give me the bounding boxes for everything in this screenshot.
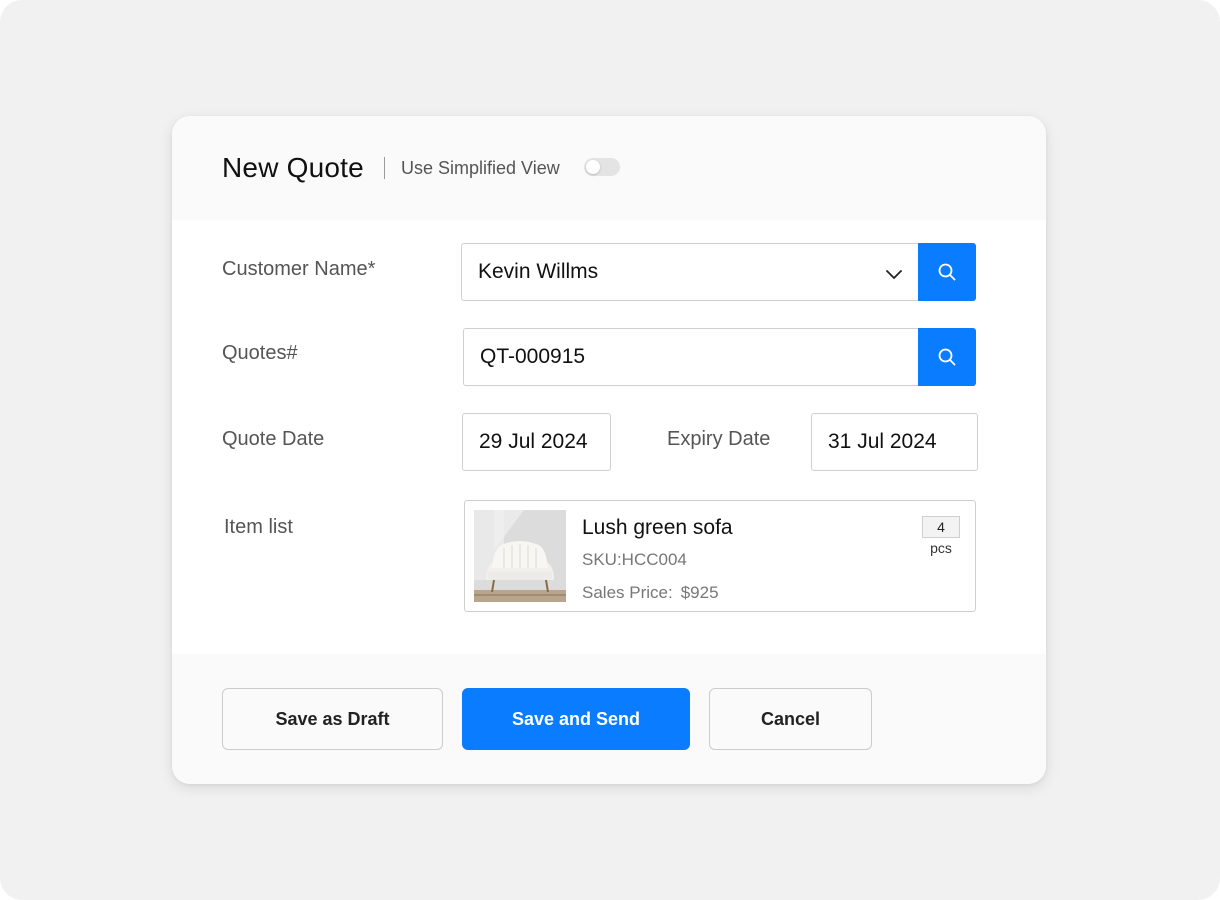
sofa-image	[474, 510, 566, 602]
expiry-date-value: 31 Jul 2024	[828, 430, 937, 453]
list-item[interactable]: Lush green sofa SKU:HCC004 Sales Price: $…	[464, 500, 976, 612]
customer-name-value: Kevin Willms	[478, 260, 599, 283]
customer-search-button[interactable]	[918, 243, 976, 301]
new-quote-dialog: New Quote Use Simplified View Customer N…	[172, 116, 1046, 784]
dialog-header: New Quote Use Simplified View	[172, 116, 1046, 220]
simplified-view-label: Use Simplified View	[401, 158, 560, 178]
item-price-value: $925	[680, 583, 719, 602]
item-sku: SKU:HCC004	[582, 550, 687, 569]
expiry-date-input[interactable]: 31 Jul 2024	[811, 413, 978, 471]
item-price-label: Sales Price:	[582, 583, 673, 602]
item-name: Lush green sofa	[582, 516, 733, 539]
quote-number-label: Quotes#	[222, 342, 298, 364]
chevron-down-icon[interactable]	[884, 264, 904, 284]
title-divider	[384, 157, 385, 179]
quote-number-input[interactable]: QT-000915	[463, 328, 920, 386]
quote-date-value: 29 Jul 2024	[479, 430, 588, 453]
customer-name-label: Customer Name*	[222, 258, 376, 280]
page-title: New Quote	[222, 152, 364, 183]
quantity-unit: pcs	[930, 540, 952, 556]
save-and-send-button[interactable]: Save and Send	[462, 688, 690, 750]
item-price: Sales Price: $925	[582, 583, 719, 603]
expiry-date-label: Expiry Date	[667, 428, 771, 450]
toggle-knob	[586, 160, 600, 174]
save-as-draft-button[interactable]: Save as Draft	[222, 688, 443, 750]
quote-date-input[interactable]: 29 Jul 2024	[462, 413, 611, 471]
search-icon	[938, 263, 956, 281]
search-icon	[938, 348, 956, 366]
cancel-button[interactable]: Cancel	[709, 688, 872, 750]
quantity-input[interactable]: 4	[922, 516, 960, 538]
quote-date-label: Quote Date	[222, 428, 325, 450]
quote-search-button[interactable]	[918, 328, 976, 386]
item-list-label: Item list	[224, 516, 293, 538]
customer-name-select[interactable]: Kevin Willms	[461, 243, 919, 301]
quote-number-value: QT-000915	[480, 345, 586, 368]
simplified-view-toggle[interactable]	[584, 158, 620, 176]
